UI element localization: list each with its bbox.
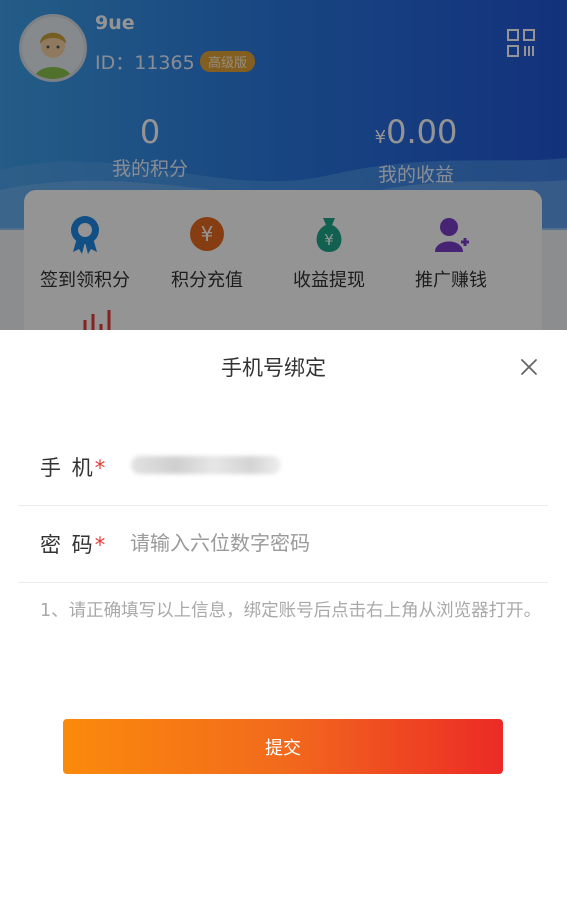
modal-backdrop[interactable] [0,0,567,330]
password-row: 密 码* [18,507,548,583]
close-icon[interactable] [518,356,540,378]
phone-label-text: 手 机 [40,456,95,480]
required-mark: * [94,533,108,557]
password-label-text: 密 码 [40,533,95,557]
password-label: 密 码* [40,529,107,559]
phone-binding-sheet: 手机号绑定 手 机* 密 码* 1、请正确填写以上信息，绑定账号后点击右上角从浏… [0,330,567,900]
phone-field[interactable] [131,456,281,474]
sheet-title: 手机号绑定 [221,356,326,380]
submit-button[interactable]: 提交 [63,719,503,774]
phone-label: 手 机* [40,452,107,482]
phone-row: 手 机* [18,430,548,506]
hint-text: 1、请正确填写以上信息，绑定账号后点击右上角从浏览器打开。 [40,601,542,621]
required-mark: * [94,456,108,480]
password-field[interactable] [130,523,530,563]
